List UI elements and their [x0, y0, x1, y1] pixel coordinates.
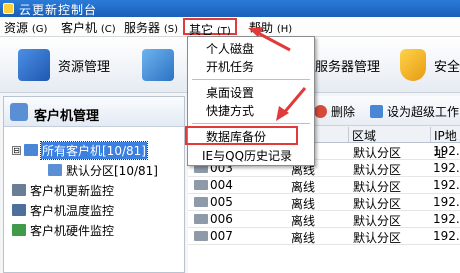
computer-icon [194, 231, 208, 241]
tree-item-default-zone[interactable]: 默认分区[10/81] [48, 161, 159, 179]
menu-item-ie-qq-history[interactable]: IE与QQ历史记录 [202, 147, 292, 165]
temperature-icon [12, 204, 26, 216]
client-panel-header: 客户机管理 [4, 97, 184, 127]
monitor-icon [142, 49, 174, 81]
menu-item-boot-tasks[interactable]: 开机任务 [206, 58, 254, 76]
delete-button[interactable]: 删除 [314, 103, 355, 120]
menu-item-personal-disk[interactable]: 个人磁盘 [206, 40, 254, 58]
client-management-button[interactable] [142, 47, 174, 83]
table-row[interactable]: 006 离线 默认分区 192.1 [188, 211, 460, 228]
client-tree-panel: 客户机管理 ⊟ 所有客户机[10/81] 默认分区[10/81] 客户机更新监控… [3, 96, 185, 273]
computer-icon [48, 164, 62, 176]
highlight-box [185, 126, 298, 145]
column-header-ip[interactable]: IP地址 [430, 127, 460, 160]
menu-client[interactable]: 客户机 (C) [61, 19, 116, 36]
user-icon [370, 105, 383, 118]
set-super-workstation-button[interactable]: 设为超级工作 [370, 103, 459, 120]
resource-management-button[interactable]: 资源管理 [18, 47, 110, 83]
menu-item-desktop-settings[interactable]: 桌面设置 [206, 84, 254, 102]
computer-icon [194, 180, 208, 190]
hardware-icon [12, 224, 26, 236]
tree-item-temperature-monitor[interactable]: 客户机温度监控 [12, 201, 115, 219]
window-title: 云更新控制台 [19, 3, 98, 17]
table-row[interactable]: 005 离线 默认分区 192.1 [188, 194, 460, 211]
shield-icon [400, 49, 426, 81]
resource-icon [18, 49, 50, 81]
tree-item-all-clients[interactable]: ⊟ 所有客户机[10/81] [12, 140, 148, 160]
table-row[interactable]: 007 离线 默认分区 192.1 [188, 228, 460, 245]
collapse-icon[interactable]: ⊟ [12, 145, 21, 155]
title-bar: 云更新控制台 [0, 0, 460, 17]
menu-resources[interactable]: 资源 (G) [4, 19, 47, 36]
app-icon [3, 3, 14, 14]
table-row[interactable]: 004 离线 默认分区 192.1 [188, 177, 460, 194]
user-icon [10, 103, 28, 121]
column-header-zone[interactable]: 区域 [348, 127, 430, 143]
menu-item-shortcuts[interactable]: 快捷方式 [206, 102, 254, 120]
tree-item-update-monitor[interactable]: 客户机更新监控 [12, 181, 115, 199]
menu-help[interactable]: 帮助 (H) [249, 19, 292, 36]
delete-icon [314, 105, 327, 118]
update-monitor-icon [12, 184, 26, 196]
menu-separator [192, 123, 310, 124]
tree-item-hardware-monitor[interactable]: 客户机硬件监控 [12, 221, 115, 239]
other-menu-dropdown: 个人磁盘 开机任务 桌面设置 快捷方式 数据库备份 IE与QQ历史记录 [185, 36, 315, 166]
computer-icon [24, 144, 38, 156]
computer-icon [194, 197, 208, 207]
security-button[interactable]: 安全 [400, 47, 460, 83]
computer-icon [194, 214, 208, 224]
menu-bar: 资源 (G) 客户机 (C) 服务器 (S) 其它 (T) 帮助 (H) [0, 17, 460, 37]
menu-separator [192, 79, 310, 80]
menu-other[interactable]: 其它 (T) [183, 18, 237, 37]
menu-server[interactable]: 服务器 (S) [124, 19, 178, 36]
